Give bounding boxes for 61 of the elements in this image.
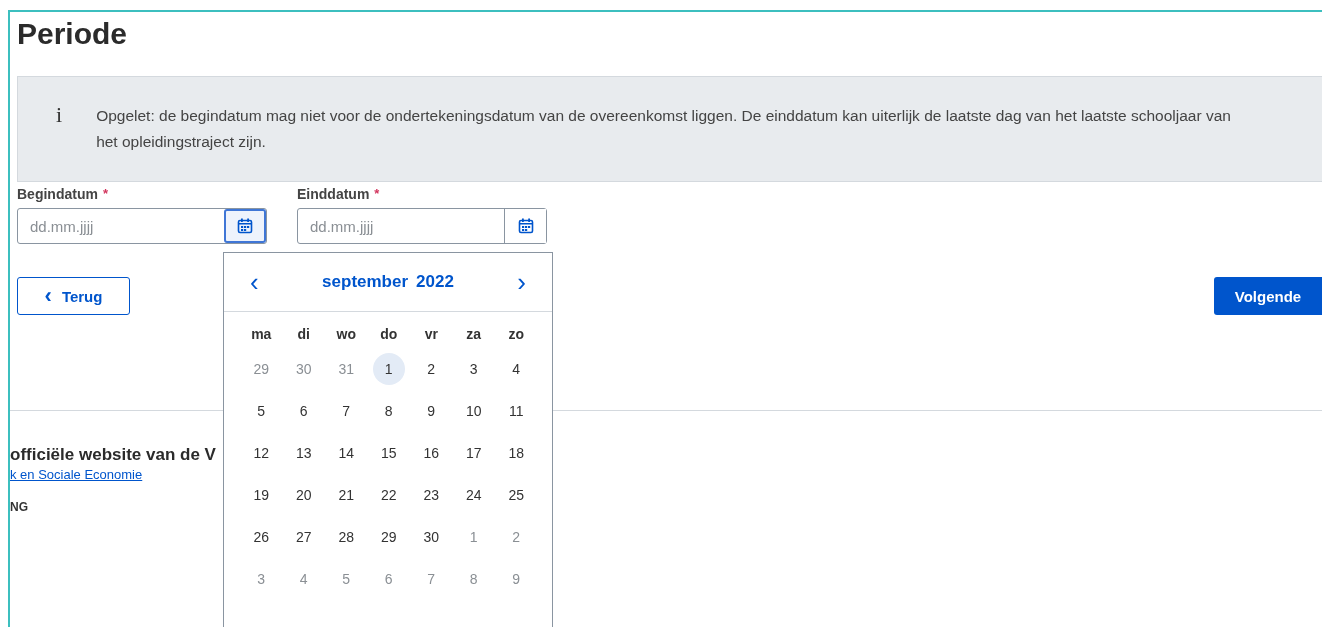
calendar-day[interactable]: 7 [330, 395, 363, 427]
calendar-day[interactable]: 10 [457, 395, 490, 427]
weekday-label: zo [508, 325, 525, 344]
calendar-day[interactable]: 27 [287, 521, 320, 553]
calendar-day[interactable]: 16 [415, 437, 448, 469]
calendar-day[interactable]: 14 [330, 437, 363, 469]
page-title: Periode [17, 16, 129, 52]
next-month-button[interactable]: › [511, 268, 532, 296]
date-field[interactable]: dd.mm.jjjj [297, 208, 547, 244]
info-text: Opgelet: de begindatum mag niet voor de ondertekeningsdatum van de overeenkomst liggen. De einddatum kan uiterlijk de laatste dag van het laatste schooljaar van het opleidingstraject zijn. [96, 106, 1232, 152]
calendar-day[interactable]: 28 [330, 521, 363, 553]
calendar-day[interactable]: 9 [415, 395, 448, 427]
weekday-label: wo [336, 325, 356, 344]
next-button[interactable]: Volgende [1214, 277, 1322, 315]
field-label: Begindatum [17, 186, 98, 204]
back-button[interactable]: ‹ Terug [17, 277, 130, 315]
month-label[interactable]: september [322, 272, 409, 292]
calendar-day[interactable]: 20 [287, 479, 320, 511]
footer-heading: officiële website van de V [10, 445, 216, 465]
weekday-label: vr [424, 325, 438, 344]
calendar-day[interactable]: 8 [372, 395, 405, 427]
calendar-day[interactable]: 4 [500, 353, 533, 385]
calendar-day[interactable]: 24 [457, 479, 490, 511]
date-input[interactable]: dd.mm.jjjj [18, 209, 224, 243]
weekday-label: di [297, 325, 310, 344]
calendar-day[interactable]: 29 [372, 521, 405, 553]
calendar-day[interactable]: 23 [415, 479, 448, 511]
calendar-day[interactable]: 6 [287, 395, 320, 427]
calendar-day[interactable]: 25 [500, 479, 533, 511]
calendar-day[interactable]: 21 [330, 479, 363, 511]
calendar-day[interactable]: 18 [500, 437, 533, 469]
calendar-day[interactable]: 11 [500, 395, 533, 427]
calendar-button[interactable] [504, 209, 546, 243]
field-label: Einddatum [297, 186, 370, 204]
calendar-day[interactable]: 26 [245, 521, 278, 553]
calendar-day[interactable]: 2 [415, 353, 448, 385]
calendar-day[interactable]: 22 [372, 479, 405, 511]
calendar-day[interactable]: 13 [287, 437, 320, 469]
weekday-label: do [380, 325, 398, 344]
calendar-icon [517, 218, 534, 234]
date-field[interactable]: dd.mm.jjjj [17, 208, 267, 244]
calendar-day[interactable]: 19 [245, 479, 278, 511]
calendar-day[interactable]: 3 [457, 353, 490, 385]
calendar-day[interactable]: 12 [245, 437, 278, 469]
calendar-day[interactable]: 30 [415, 521, 448, 553]
date-input[interactable]: dd.mm.jjjj [298, 209, 504, 243]
footer-link[interactable]: k en Sociale Economie [10, 467, 143, 482]
required-mark: * [102, 186, 108, 203]
footer-label: NG [10, 500, 28, 514]
calendar-day[interactable]: 1 [372, 353, 405, 385]
previous-month-button[interactable]: ‹ [244, 268, 265, 296]
info-icon: i [56, 103, 63, 155]
calendar-day[interactable]: 5 [245, 395, 278, 427]
calendar-button[interactable] [224, 209, 266, 243]
year-label[interactable]: 2022 [416, 272, 454, 292]
calendar-day[interactable]: 15 [372, 437, 405, 469]
required-mark: * [374, 186, 380, 203]
weekday-label: ma [251, 325, 272, 344]
weekday-label: za [466, 325, 482, 344]
calendar-day[interactable]: 17 [457, 437, 490, 469]
calendar-icon [237, 218, 253, 234]
